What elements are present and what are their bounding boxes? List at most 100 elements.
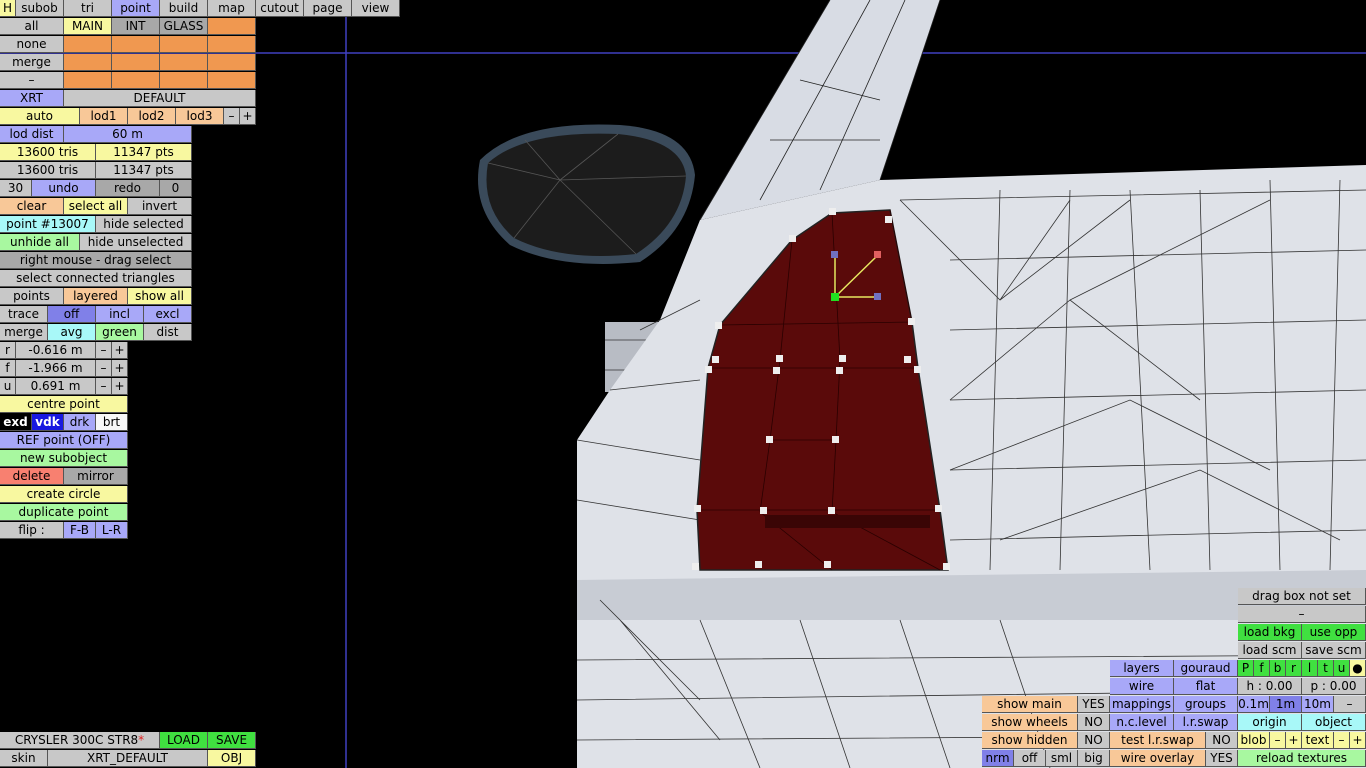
- coord-r-value[interactable]: -0.616 m: [16, 342, 96, 359]
- new-subobject-button[interactable]: new subobject: [0, 450, 128, 467]
- off-button[interactable]: off: [1014, 750, 1046, 767]
- tab-subob[interactable]: subob: [16, 0, 64, 17]
- view-p-button[interactable]: P: [1238, 660, 1254, 677]
- flip-fb-button[interactable]: F-B: [64, 522, 96, 539]
- trace-off-button[interactable]: off: [48, 306, 96, 323]
- save-button[interactable]: SAVE: [208, 732, 256, 749]
- trace-incl-button[interactable]: incl: [96, 306, 144, 323]
- coord-r-plus[interactable]: +: [112, 342, 128, 359]
- lod3-button[interactable]: lod3: [176, 108, 224, 125]
- flat-button[interactable]: flat: [1174, 678, 1238, 695]
- view-dot-button[interactable]: ●: [1350, 660, 1366, 677]
- tab-cutout[interactable]: cutout: [256, 0, 304, 17]
- text-button[interactable]: text: [1302, 732, 1334, 749]
- group-none-button[interactable]: none: [0, 36, 64, 53]
- show-wheels-button[interactable]: show wheels: [982, 714, 1078, 731]
- lod-auto-button[interactable]: auto: [0, 108, 80, 125]
- test-lr-swap-button[interactable]: test l.r.swap: [1110, 732, 1206, 749]
- select-all-button[interactable]: select all: [64, 198, 128, 215]
- vdk-button[interactable]: vdk: [32, 414, 64, 431]
- merge-avg-button[interactable]: avg: [48, 324, 96, 341]
- group-slot[interactable]: [208, 36, 256, 53]
- view-l-button[interactable]: l: [1302, 660, 1318, 677]
- step-10m-button[interactable]: 10m: [1302, 696, 1334, 713]
- mappings-button[interactable]: mappings: [1110, 696, 1174, 713]
- lod-dist-value[interactable]: 60 m: [64, 126, 192, 143]
- coord-f-plus[interactable]: +: [112, 360, 128, 377]
- tab-tri[interactable]: tri: [64, 0, 112, 17]
- brt-button[interactable]: brt: [96, 414, 128, 431]
- group-slot[interactable]: [112, 36, 160, 53]
- lr-swap-button[interactable]: l.r.swap: [1174, 714, 1238, 731]
- layers-button[interactable]: layers: [1110, 660, 1174, 677]
- group-slot[interactable]: [64, 36, 112, 53]
- points-button[interactable]: points: [0, 288, 64, 305]
- lod2-button[interactable]: lod2: [128, 108, 176, 125]
- show-main-button[interactable]: show main: [982, 696, 1078, 713]
- step-01m-button[interactable]: 0.1m: [1238, 696, 1270, 713]
- heading-value[interactable]: h : 0.00: [1238, 678, 1302, 695]
- nc-level-button[interactable]: n.c.level: [1110, 714, 1174, 731]
- exd-button[interactable]: exd: [0, 414, 32, 431]
- centre-point-button[interactable]: centre point: [0, 396, 128, 413]
- lod-minus-button[interactable]: –: [224, 108, 240, 125]
- right-mouse-mode[interactable]: right mouse - drag select: [0, 252, 192, 269]
- ref-point-button[interactable]: REF point (OFF): [0, 432, 128, 449]
- group-glass[interactable]: GLASS: [160, 18, 208, 35]
- pitch-value[interactable]: p : 0.00: [1302, 678, 1366, 695]
- blob-button[interactable]: blob: [1238, 732, 1270, 749]
- load-button[interactable]: LOAD: [160, 732, 208, 749]
- merge-dist-button[interactable]: dist: [144, 324, 192, 341]
- group-main[interactable]: MAIN: [64, 18, 112, 35]
- show-all-button[interactable]: show all: [128, 288, 192, 305]
- coord-f-minus[interactable]: –: [96, 360, 112, 377]
- big-button[interactable]: big: [1078, 750, 1110, 767]
- step-1m-button[interactable]: 1m: [1270, 696, 1302, 713]
- drk-button[interactable]: drk: [64, 414, 96, 431]
- view-r-button[interactable]: r: [1286, 660, 1302, 677]
- flip-lr-button[interactable]: L-R: [96, 522, 128, 539]
- use-opp-button[interactable]: use opp: [1302, 624, 1366, 641]
- blob-plus[interactable]: +: [1286, 732, 1302, 749]
- unhide-all-button[interactable]: unhide all: [0, 234, 80, 251]
- show-hidden-value[interactable]: NO: [1078, 732, 1110, 749]
- group-slot[interactable]: [64, 72, 112, 89]
- load-bkg-button[interactable]: load bkg: [1238, 624, 1302, 641]
- skin-name[interactable]: XRT_DEFAULT: [48, 750, 208, 767]
- coord-f-value[interactable]: -1.966 m: [16, 360, 96, 377]
- groups-button[interactable]: groups: [1174, 696, 1238, 713]
- show-main-value[interactable]: YES: [1078, 696, 1110, 713]
- group-dash-button[interactable]: –: [0, 72, 64, 89]
- group-merge-button[interactable]: merge: [0, 54, 64, 71]
- group-slot[interactable]: [208, 72, 256, 89]
- sml-button[interactable]: sml: [1046, 750, 1078, 767]
- delete-button[interactable]: delete: [0, 468, 64, 485]
- step-minus-button[interactable]: –: [1334, 696, 1366, 713]
- group-slot[interactable]: [160, 36, 208, 53]
- xrt-button[interactable]: XRT: [0, 90, 64, 107]
- view-f-button[interactable]: f: [1254, 660, 1270, 677]
- group-all-button[interactable]: all: [0, 18, 64, 35]
- wire-overlay-value[interactable]: YES: [1206, 750, 1238, 767]
- group-slot[interactable]: [64, 54, 112, 71]
- undo-button[interactable]: undo: [32, 180, 96, 197]
- view-u-button[interactable]: u: [1334, 660, 1350, 677]
- invert-button[interactable]: invert: [128, 198, 192, 215]
- duplicate-point-button[interactable]: duplicate point: [0, 504, 128, 521]
- text-minus[interactable]: –: [1334, 732, 1350, 749]
- view-b-button[interactable]: b: [1270, 660, 1286, 677]
- group-slot[interactable]: [208, 54, 256, 71]
- group-slot[interactable]: [112, 72, 160, 89]
- trace-excl-button[interactable]: excl: [144, 306, 192, 323]
- lod-plus-button[interactable]: +: [240, 108, 256, 125]
- show-wheels-value[interactable]: NO: [1078, 714, 1110, 731]
- load-scm-button[interactable]: load scm: [1238, 642, 1302, 659]
- group-slot[interactable]: [112, 54, 160, 71]
- wire-button[interactable]: wire: [1110, 678, 1174, 695]
- layered-button[interactable]: layered: [64, 288, 128, 305]
- select-connected-button[interactable]: select connected triangles: [0, 270, 192, 287]
- coord-u-plus[interactable]: +: [112, 378, 128, 395]
- obj-button[interactable]: OBJ: [208, 750, 256, 767]
- tab-view[interactable]: view: [352, 0, 400, 17]
- hide-selected-button[interactable]: hide selected: [96, 216, 192, 233]
